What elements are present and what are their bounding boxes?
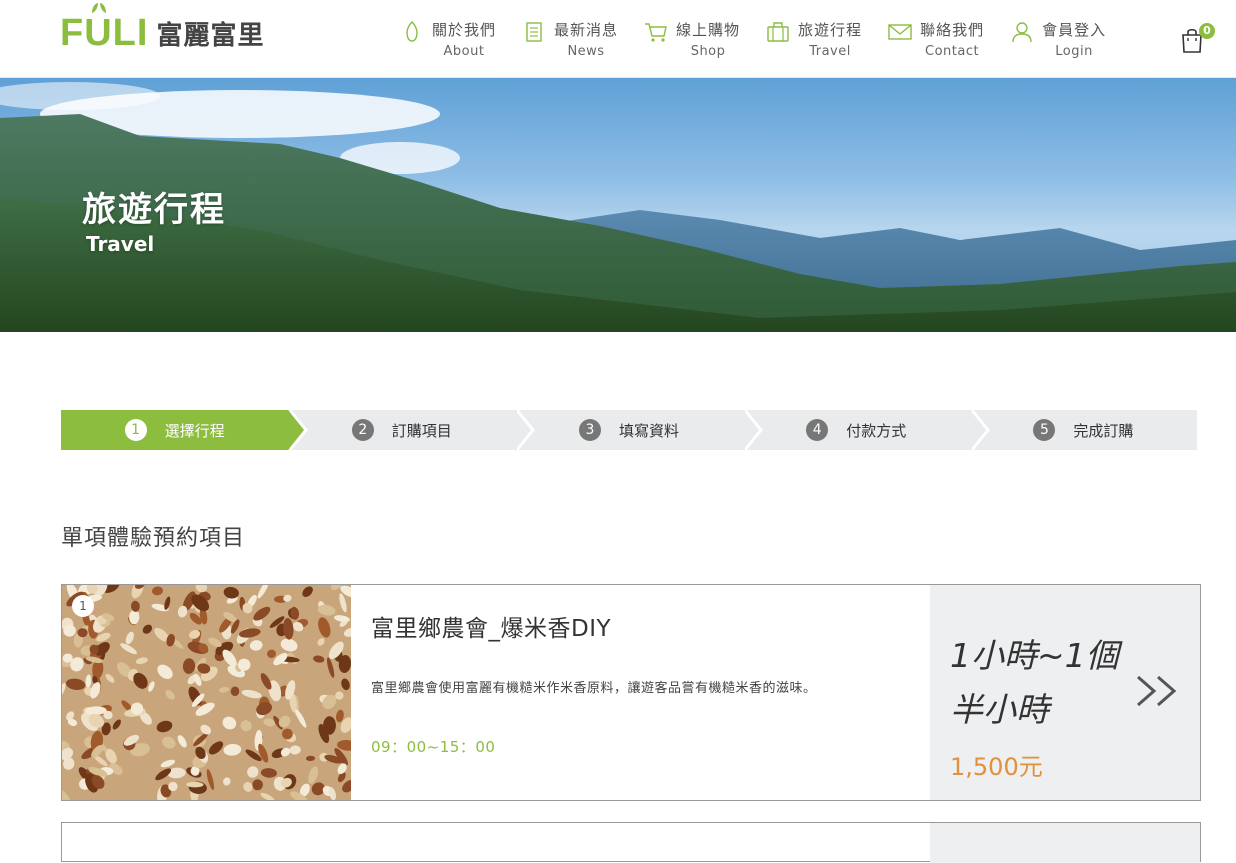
nav-label-cn: 線上購物 <box>676 21 741 39</box>
step-label: 訂購項目 <box>391 421 452 440</box>
step-label: 付款方式 <box>846 421 907 440</box>
main-nav: 關於我們 About 最新消息 News 線上購物 Shop 旅遊行程 Trav… <box>400 16 1132 66</box>
logo-chinese: 富麗富里 <box>156 20 265 51</box>
item-title: 富里鄉農會_爆米香DIY <box>371 616 612 642</box>
card-body: 富里鄉農會_爆米香DIY 富里鄉農會使用富麗有機糙米作米香原料，讓遊客品嘗有機糙… <box>351 585 930 800</box>
nav-label-cn: 最新消息 <box>554 21 619 39</box>
step-fill-info[interactable]: 3 填寫資料 <box>515 408 763 452</box>
nav-item-news[interactable]: 最新消息 News <box>522 16 618 66</box>
nav-item-travel[interactable]: 旅遊行程 Travel <box>766 16 862 66</box>
document-icon <box>522 20 546 44</box>
site-header: FULI 富麗富里 關於我們 About 最新消息 News 線上購物 Shop… <box>0 0 1236 78</box>
section-title: 單項體驗預約項目 <box>61 526 246 551</box>
item-booking-panel <box>930 823 1200 863</box>
logo-word: FULI <box>60 12 149 54</box>
banner-title: 旅遊行程 <box>82 190 226 230</box>
step-number: 2 <box>351 419 374 441</box>
experience-card[interactable]: 1 富里鄉農會_爆米香DIY 富里鄉農會使用富麗有機糙米作米香原料，讓遊客品嘗有… <box>61 584 1201 801</box>
step-payment[interactable]: 4 付款方式 <box>742 408 990 452</box>
nav-label-en: News <box>567 44 605 59</box>
nav-label-cn: 聯絡我們 <box>920 21 985 39</box>
step-arrow <box>515 410 532 450</box>
hero-banner: 旅遊行程 Travel <box>0 78 1236 332</box>
item-time: 09：00~15：00 <box>371 738 496 756</box>
step-number: 4 <box>806 419 829 441</box>
step-complete[interactable]: 5 完成訂購 <box>969 410 1198 450</box>
double-chevron-right-icon[interactable] <box>1134 671 1180 711</box>
logo[interactable]: FULI 富麗富里 <box>60 3 265 58</box>
step-number: 1 <box>124 419 147 441</box>
nav-label-en: Shop <box>690 44 726 59</box>
step-arrow <box>288 410 305 450</box>
step-arrow <box>742 410 759 450</box>
step-number: 3 <box>579 419 601 441</box>
nav-label-en: Login <box>1055 44 1093 59</box>
step-order-items[interactable]: 2 訂購項目 <box>288 408 536 452</box>
item-booking-panel[interactable]: 1小時~1個半小時 1,500元 <box>930 585 1200 800</box>
step-arrow <box>969 410 986 450</box>
item-number-badge: 1 <box>72 595 94 617</box>
step-label: 選擇行程 <box>164 421 225 440</box>
nav-label-cn: 關於我們 <box>432 21 497 39</box>
rice-cracker-image <box>62 585 351 800</box>
step-label: 完成訂購 <box>1073 421 1134 440</box>
item-price: 1,500元 <box>950 753 1043 781</box>
nav-label-en: Contact <box>925 44 980 59</box>
mail-icon <box>888 20 912 44</box>
banner-subtitle: Travel <box>86 232 155 256</box>
user-icon <box>1010 20 1034 44</box>
experience-card-next[interactable] <box>61 822 1201 863</box>
nav-item-shop[interactable]: 線上購物 Shop <box>644 16 740 66</box>
booking-steps: 1 選擇行程 2 訂購項目 3 填寫資料 4 付款方式 5 完成訂購 <box>61 408 1198 452</box>
item-duration: 1小時~1個半小時 <box>950 636 1119 729</box>
item-description: 富里鄉農會使用富麗有機糙米作米香原料，讓遊客品嘗有機糙米香的滋味。 <box>371 681 817 696</box>
nav-label-en: Travel <box>809 44 851 59</box>
nav-item-login[interactable]: 會員登入 Login <box>1010 16 1106 66</box>
cart-count-badge: 0 <box>1199 23 1215 39</box>
nav-item-about[interactable]: 關於我們 About <box>400 16 496 66</box>
leaf-icon <box>400 20 424 44</box>
logo-leaf-icon <box>92 3 106 13</box>
step-label: 填寫資料 <box>619 421 680 440</box>
luggage-icon <box>766 20 790 44</box>
nav-label-cn: 會員登入 <box>1042 21 1107 39</box>
nav-label-en: About <box>443 44 485 59</box>
popcorn-rice-photo: 1 <box>62 585 351 800</box>
nav-item-contact[interactable]: 聯絡我們 Contact <box>888 16 984 66</box>
step-number: 5 <box>1033 419 1056 441</box>
cart-icon <box>644 20 668 44</box>
nav-label-cn: 旅遊行程 <box>798 21 863 39</box>
step-select-trip[interactable]: 1 選擇行程 <box>61 408 309 452</box>
